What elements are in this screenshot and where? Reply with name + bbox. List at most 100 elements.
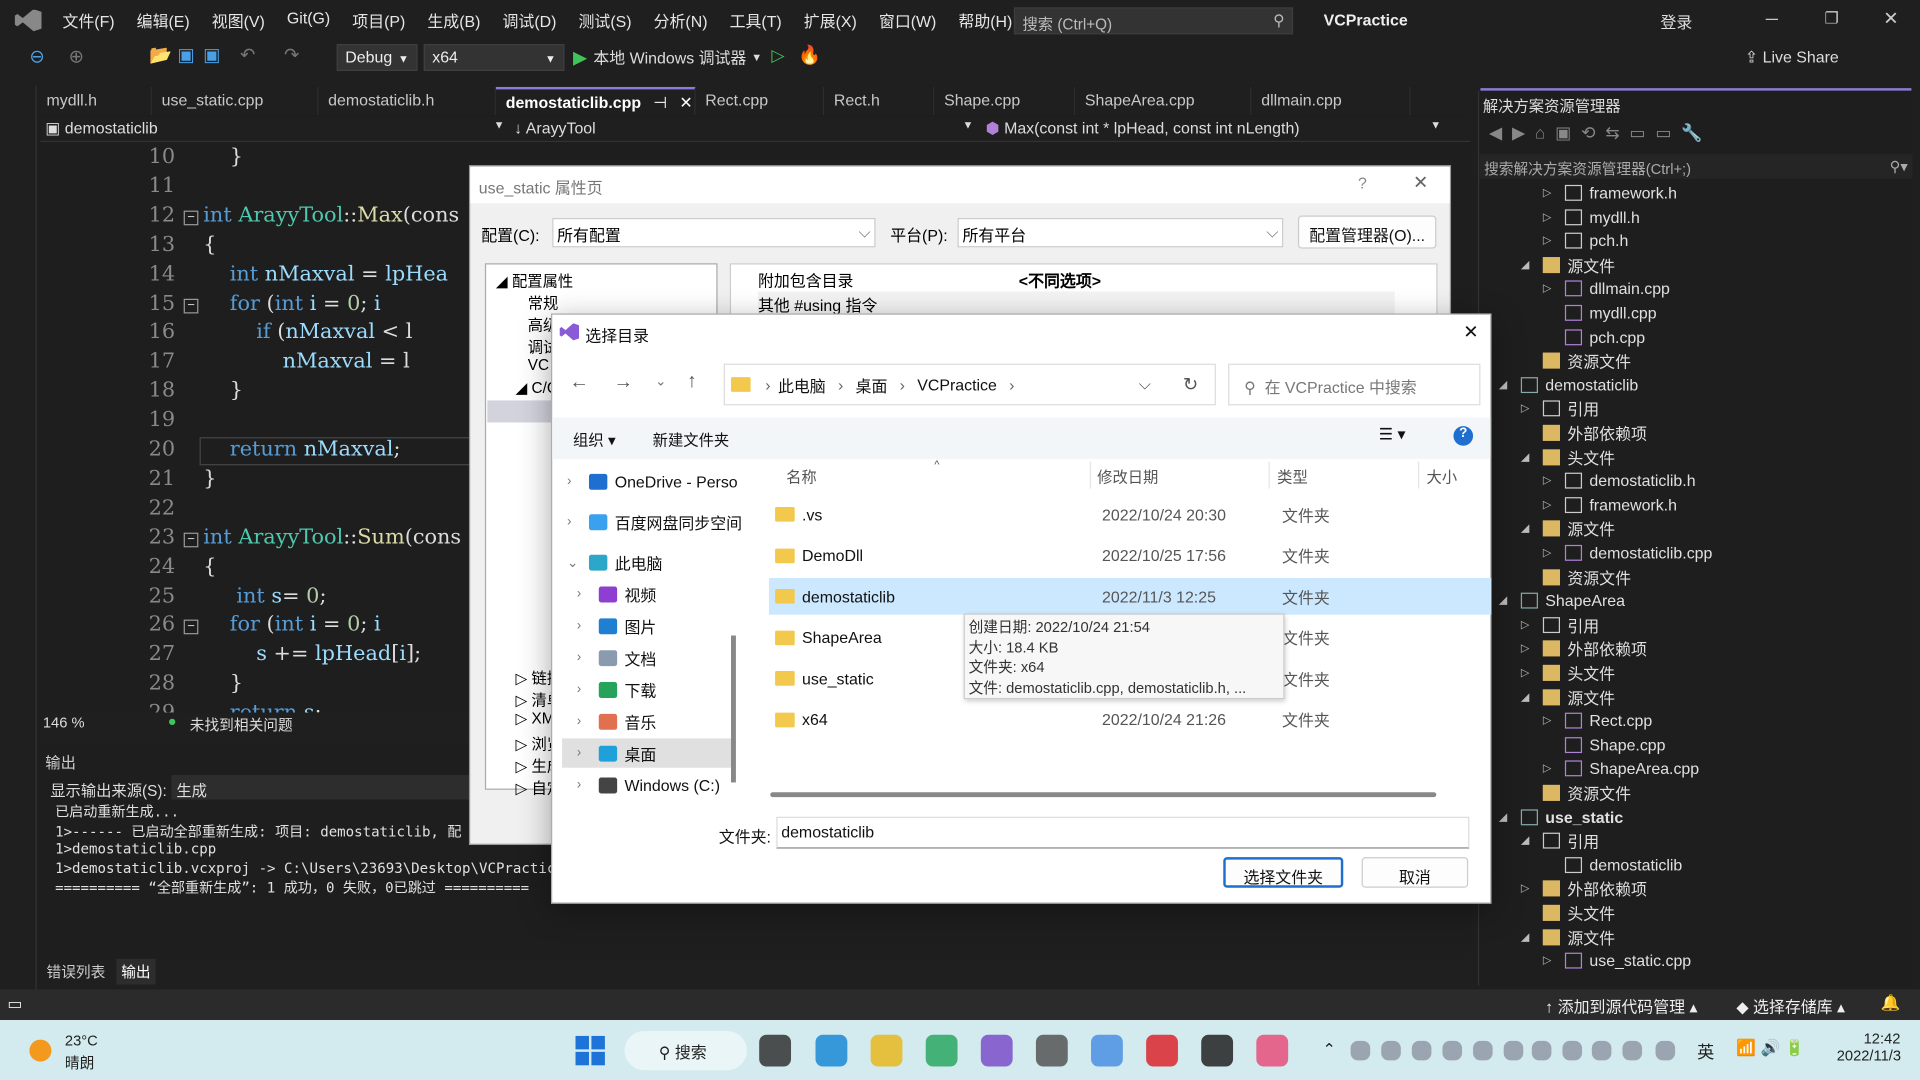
weather-desc[interactable]: 晴朗 bbox=[65, 1052, 94, 1073]
new-folder-button[interactable]: 新建文件夹 bbox=[653, 427, 730, 450]
breadcrumb-item[interactable]: 桌面 bbox=[856, 373, 888, 396]
app-icon[interactable] bbox=[925, 1034, 958, 1067]
code-line[interactable]: if (nMaxval < l bbox=[203, 320, 412, 344]
solution-item[interactable]: Shape.cpp bbox=[1543, 733, 1666, 756]
menu-item[interactable]: 帮助(H) bbox=[947, 9, 1023, 32]
code-line[interactable]: } bbox=[203, 466, 216, 490]
nav-item[interactable]: › 文档 bbox=[562, 643, 656, 672]
code-line[interactable]: int s= 0; bbox=[203, 583, 326, 607]
collapsed-arrow-icon[interactable]: ▷ bbox=[1543, 762, 1565, 775]
solution-toolbar[interactable]: ◀▶⌂▣⟲⇆▭▭🔧 bbox=[1489, 122, 1713, 143]
solution-item[interactable]: ◢ 源文件 bbox=[1521, 517, 1615, 540]
collapsed-arrow-icon[interactable]: ▷ bbox=[1521, 402, 1543, 415]
typora-icon[interactable] bbox=[1201, 1034, 1234, 1067]
solution-item[interactable]: ◢ 源文件 bbox=[1521, 685, 1615, 708]
tray-icon[interactable] bbox=[1622, 1040, 1643, 1061]
solution-item[interactable]: ▷ 外部依赖项 bbox=[1521, 877, 1647, 900]
help-icon[interactable]: ? bbox=[1453, 426, 1474, 446]
menu-item[interactable]: 生成(B) bbox=[416, 9, 491, 32]
nav-item[interactable]: › OneDrive - Perso bbox=[562, 467, 738, 496]
tray-icon[interactable] bbox=[1473, 1040, 1493, 1061]
task-view-icon[interactable] bbox=[759, 1034, 792, 1067]
tab-Shape-cpp[interactable]: Shape.cpp bbox=[934, 86, 1076, 116]
weather-temp[interactable]: 23°C bbox=[65, 1032, 98, 1049]
app-icon[interactable] bbox=[1091, 1034, 1123, 1067]
cancel-button[interactable]: 取消 bbox=[1361, 857, 1469, 888]
nav-item[interactable]: › Windows (C:) bbox=[562, 770, 720, 799]
back-button[interactable]: ← bbox=[569, 372, 589, 394]
tab-error-list[interactable]: 错误列表 bbox=[47, 961, 106, 982]
solution-item[interactable]: ◢ demostaticlib bbox=[1499, 373, 1638, 396]
menu-item[interactable]: 分析(N) bbox=[643, 9, 719, 32]
expand-icon[interactable]: › bbox=[562, 514, 589, 529]
up-button[interactable]: ↑ bbox=[687, 371, 697, 393]
tray-icon[interactable] bbox=[1381, 1040, 1401, 1061]
project-dropdown[interactable]: ▣ demostaticlib ▼ bbox=[45, 119, 504, 139]
expand-icon[interactable]: › bbox=[562, 618, 599, 633]
column-type[interactable]: 类型 bbox=[1277, 464, 1308, 487]
tab-dllmain-cpp[interactable]: dllmain.cpp bbox=[1251, 86, 1411, 116]
solution-search-input[interactable]: 搜索解决方案资源管理器(Ctrl+;) ⚲▾ bbox=[1479, 154, 1913, 179]
forward-icon[interactable]: ⊕ bbox=[69, 45, 84, 68]
network-volume-battery[interactable]: 📶 🔊 🔋 bbox=[1736, 1038, 1804, 1058]
solution-item[interactable]: ◢ 头文件 bbox=[1521, 445, 1615, 468]
live-share-button[interactable]: ⇪ Live Share bbox=[1745, 48, 1839, 68]
collapse-icon[interactable]: − bbox=[183, 210, 199, 226]
settings-icon[interactable] bbox=[1035, 1034, 1068, 1067]
dialog-close-button[interactable]: ✕ bbox=[1413, 171, 1428, 194]
wps-icon[interactable] bbox=[1146, 1034, 1178, 1067]
menu-item[interactable]: 项目(P) bbox=[341, 9, 416, 32]
collapsed-arrow-icon[interactable]: ▷ bbox=[1521, 666, 1543, 679]
solution-item[interactable]: ◢ ShapeArea bbox=[1499, 589, 1625, 612]
save-all-icon[interactable]: ▣ bbox=[203, 44, 220, 66]
solution-item[interactable]: ▷ framework.h bbox=[1543, 181, 1677, 204]
code-line[interactable]: int nMaxval = lpHea bbox=[203, 262, 448, 286]
visual-studio-icon[interactable] bbox=[980, 1034, 1013, 1067]
restore-button[interactable]: ❐ bbox=[1824, 9, 1838, 29]
file-explorer-icon[interactable] bbox=[870, 1034, 903, 1067]
solution-item[interactable]: demostaticlib bbox=[1543, 853, 1682, 876]
refresh-button[interactable]: ↻ bbox=[1183, 373, 1198, 396]
collapse-icon[interactable]: − bbox=[183, 532, 199, 547]
clock[interactable]: 12:42 2022/11/3 bbox=[1837, 1030, 1901, 1064]
solution-item[interactable]: 外部依赖项 bbox=[1521, 421, 1647, 444]
scope-dropdown[interactable]: ↓ ArayyTool ▼ bbox=[514, 119, 973, 137]
menu-item[interactable]: 视图(V) bbox=[201, 9, 276, 32]
solution-item[interactable]: ▷ Rect.cpp bbox=[1543, 709, 1652, 732]
code-line[interactable]: int ArayyTool::Sum(cons bbox=[203, 525, 461, 549]
collapsed-arrow-icon[interactable]: ▷ bbox=[1543, 234, 1565, 247]
menu-item[interactable]: 扩展(X) bbox=[793, 9, 868, 32]
taskbar-search[interactable]: ⚲ 搜索 bbox=[624, 1031, 747, 1071]
expand-icon[interactable]: › bbox=[562, 474, 589, 489]
property-tree-item[interactable]: VC bbox=[528, 356, 549, 373]
notification-icon[interactable]: ▭ bbox=[7, 994, 22, 1014]
organize-button[interactable]: 组织 ▾ bbox=[573, 427, 616, 450]
code-line[interactable]: } bbox=[203, 671, 243, 695]
code-line[interactable]: int ArayyTool::Max(cons bbox=[203, 203, 459, 227]
start-without-debug-icon[interactable]: ▷ bbox=[771, 45, 784, 66]
config-manager-button[interactable]: 配置管理器(O)... bbox=[1297, 215, 1437, 249]
tab-Rect-cpp[interactable]: Rect.cpp bbox=[696, 86, 825, 116]
solution-item[interactable]: ▷ ShapeArea.cpp bbox=[1543, 757, 1699, 780]
nav-item[interactable]: › 桌面 bbox=[562, 738, 732, 768]
nav-scrollbar[interactable] bbox=[731, 635, 736, 783]
undo-icon[interactable]: ↶ bbox=[240, 44, 255, 66]
solution-item[interactable]: ▷ pch.h bbox=[1543, 229, 1628, 252]
solution-item[interactable]: pch.cpp bbox=[1543, 325, 1645, 348]
nav-item[interactable]: › 图片 bbox=[562, 611, 656, 640]
tab-output[interactable]: 输出 bbox=[116, 958, 156, 985]
property-tree-item[interactable]: ◢ 配置属性 bbox=[496, 268, 573, 291]
expanded-icon[interactable]: ⌄ bbox=[562, 554, 589, 570]
column-size[interactable]: 大小 bbox=[1427, 464, 1458, 487]
tray-icon[interactable] bbox=[1655, 1040, 1676, 1061]
expand-icon[interactable]: › bbox=[562, 650, 599, 665]
nav-item[interactable]: › 音乐 bbox=[562, 707, 656, 736]
menu-item[interactable]: 工具(T) bbox=[719, 9, 793, 32]
edge-icon[interactable] bbox=[815, 1034, 848, 1067]
menu-item[interactable]: 编辑(E) bbox=[126, 9, 201, 32]
platform-select[interactable]: 所有平台 ⌵ bbox=[957, 217, 1284, 248]
column-date[interactable]: 修改日期 bbox=[1097, 464, 1158, 487]
save-icon[interactable]: ▣ bbox=[178, 44, 195, 66]
solution-item[interactable]: ▷ framework.h bbox=[1543, 493, 1677, 516]
tray-icon[interactable] bbox=[1591, 1040, 1612, 1061]
